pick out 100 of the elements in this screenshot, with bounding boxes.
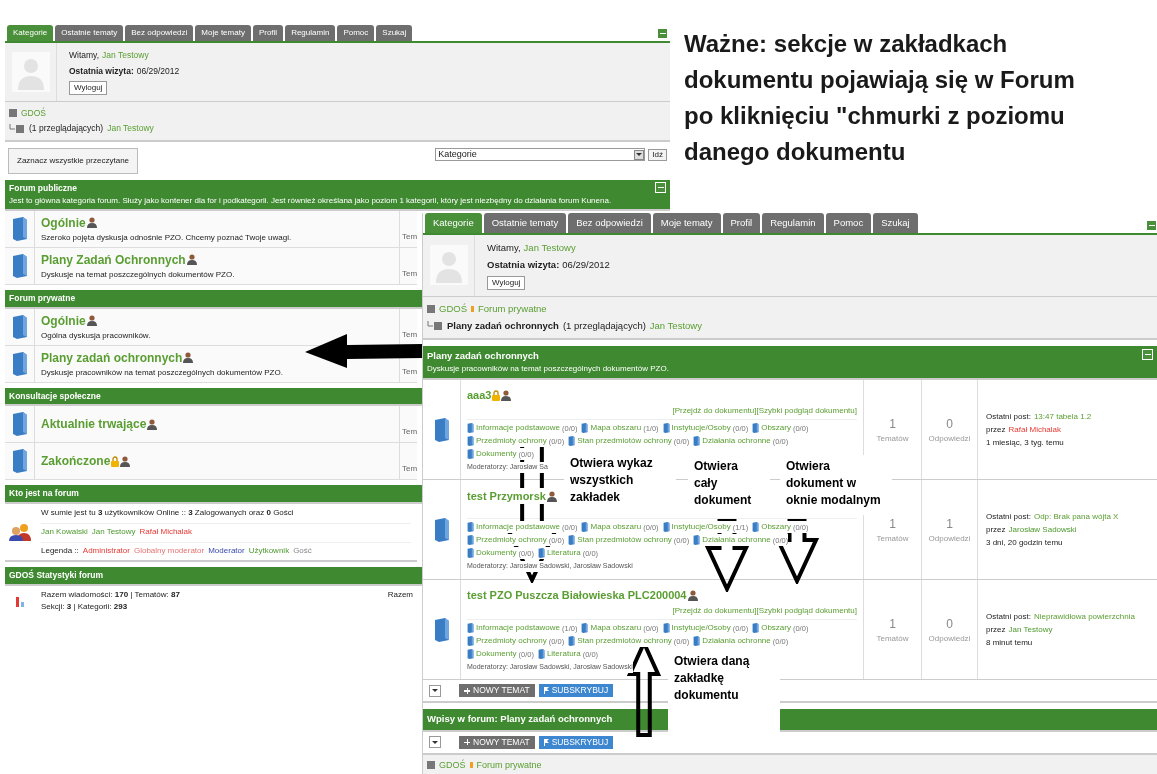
new-topic-button[interactable]: NOWY TEMAT [459, 684, 535, 698]
document-tab-link[interactable]: Informacje podstawowe [476, 622, 561, 635]
caret-icon [634, 149, 645, 160]
forum-title-link[interactable]: Ogólnie [41, 213, 86, 232]
breadcrumb-link[interactable]: GDOŚ [439, 758, 466, 772]
document-tab-link[interactable]: Literatura [546, 547, 581, 560]
user-link[interactable]: Jan Testowy [102, 49, 149, 62]
forum-title-link[interactable]: Aktualnie trwające [41, 415, 147, 434]
document-tab-link[interactable]: Dokumenty [476, 448, 517, 461]
section-title: Plany zadań ochronnych [427, 349, 540, 363]
document-icon [467, 649, 474, 660]
document-links[interactable]: [Przejdź do dokumentu][Szybki podgląd dokumentu] [672, 605, 857, 618]
go-button[interactable]: Idź [648, 148, 667, 161]
online-user-link[interactable]: Jan Testowy [91, 526, 136, 538]
subscribe-button[interactable]: SUBSKRYBUJ [538, 735, 614, 749]
tab[interactable]: Szukaj [376, 25, 413, 41]
document-tab-link[interactable]: Stan przedmiotów ochrony [577, 435, 672, 448]
collapse-icon[interactable] [1142, 349, 1153, 360]
document-tab-link[interactable]: Mapa obszaru [590, 521, 642, 534]
document-tab-link[interactable]: Przedmioty ochrony [476, 435, 547, 448]
document-tab-link[interactable]: Działania ochronne [702, 435, 771, 448]
document-tab-link[interactable]: Instytucje/Osoby [671, 622, 731, 635]
document-tab-link[interactable]: Stan przedmiotów ochrony [577, 635, 672, 648]
tab[interactable]: Regulamin [285, 25, 336, 41]
document-tab-link[interactable]: Obszary [761, 422, 791, 435]
tab[interactable]: Ostatnie tematy [55, 25, 124, 41]
tab[interactable]: Bez odpowiedzi [125, 25, 194, 41]
post-time: 3 dni, 20 godzin temu [986, 536, 1064, 549]
last-post-link[interactable]: Nieprawidłowa powierzchnia [1033, 610, 1135, 623]
online-user-link[interactable]: Rafał Michalak [139, 526, 193, 538]
subscribe-button[interactable]: SUBSKRYBUJ [538, 684, 614, 698]
new-topic-button[interactable]: NOWY TEMAT [459, 735, 535, 749]
online-user-link[interactable]: Jan Kowalski [41, 526, 88, 538]
breadcrumb-link[interactable]: Forum prywatne [476, 758, 542, 772]
document-tab-link[interactable]: Informacje podstawowe [476, 521, 561, 534]
collapse-icon[interactable] [1146, 220, 1157, 231]
logout-button[interactable]: Wyloguj [69, 80, 108, 95]
author-link[interactable]: Rafał Michalak [1008, 423, 1062, 436]
user-link[interactable]: Jan Testowy [649, 318, 702, 333]
collapse-icon[interactable] [655, 182, 666, 193]
user-link[interactable]: Jan Testowy [107, 122, 154, 135]
document-tab-link[interactable]: Działania ochronne [702, 635, 771, 648]
replies-label: Odpowiedzi [928, 532, 971, 545]
tab[interactable]: Pomoc [825, 213, 872, 233]
document-tab-link[interactable]: Dokumenty [476, 648, 517, 661]
tab[interactable]: Szukaj [873, 213, 918, 233]
stats-line: Razem wiadomości: 170 | Tematów: 87 [41, 588, 181, 601]
document-tab-link[interactable]: Literatura [546, 648, 581, 661]
greeting-text: Witamy, [69, 49, 100, 62]
replies-label: Odpowiedzi [928, 432, 971, 445]
forum-title-link[interactable]: Plany zadań ochronnych [41, 348, 183, 367]
forum-title-link[interactable]: Ogólnie [41, 311, 86, 330]
dropdown-toggle[interactable] [429, 684, 441, 697]
breadcrumb-link[interactable]: Forum prywatne [478, 301, 547, 316]
tab[interactable]: Pomoc [337, 25, 375, 41]
document-tab-link[interactable]: Mapa obszaru [590, 622, 642, 635]
tab[interactable]: Profil [252, 25, 284, 41]
forum-description: Dyskusje pracowników na temat poszczególnych dokumentów PZO. [41, 366, 284, 379]
section-title: Forum publiczne [9, 182, 78, 195]
dropdown-toggle[interactable] [429, 736, 441, 748]
tab[interactable]: Kategorie [7, 25, 54, 41]
breadcrumb-link[interactable]: GDOŚ [439, 301, 467, 316]
person-icon [501, 389, 512, 401]
forum-title-link[interactable]: Plany Zadań Ochronnych [41, 250, 186, 269]
document-tab-link[interactable]: Działania ochronne [702, 534, 771, 547]
document-tab-link[interactable]: Przedmioty ochrony [476, 635, 547, 648]
forum-title-link[interactable]: Zakończone [41, 452, 111, 471]
last-post-link[interactable]: 13:47 tabela 1.2 [1033, 410, 1092, 423]
document-links[interactable]: [Przejdź do dokumentu][Szybki podgląd dokumentu] [672, 405, 857, 418]
breadcrumb-link[interactable]: GDOŚ [21, 106, 47, 120]
document-tab-link[interactable]: Dokumenty [476, 547, 517, 560]
person-icon [186, 254, 197, 266]
tab[interactable]: Regulamin [762, 213, 824, 233]
topics-count: 1 [889, 615, 896, 633]
logout-button[interactable]: Wyloguj [487, 275, 526, 290]
author-link[interactable]: Jan Testowy [1008, 623, 1053, 636]
person-icon [86, 217, 97, 229]
tab[interactable]: Moje tematy [652, 213, 721, 233]
last-post-link[interactable]: Odp: Brak pana wójta X [1033, 510, 1119, 523]
tab[interactable]: Bez odpowiedzi [568, 213, 651, 233]
tab[interactable]: Moje tematy [195, 25, 251, 41]
category-select[interactable]: Kategorie [435, 148, 646, 161]
document-tab-link[interactable]: Obszary [761, 622, 791, 635]
tab[interactable]: Profil [722, 213, 761, 233]
document-tab-link[interactable]: Instytucje/Osoby [671, 521, 731, 534]
collapse-icon[interactable] [657, 28, 668, 39]
section-description: Dyskusje pracowników na temat poszczególnych dokumentów PZO. [427, 363, 669, 376]
document-icon [752, 522, 760, 533]
tab[interactable]: Kategorie [425, 213, 482, 233]
author-link[interactable]: Jarosław Sadowski [1008, 523, 1077, 536]
user-link[interactable]: Jan Testowy [523, 241, 576, 256]
tab[interactable]: Ostatnie tematy [483, 213, 567, 233]
document-tab-link[interactable]: Instytucje/Osoby [671, 422, 731, 435]
document-title-link[interactable]: test Przymorsk [467, 487, 546, 505]
document-tab-link[interactable]: Przedmioty ochrony [476, 534, 547, 547]
document-tab-link[interactable]: Informacje podstawowe [476, 422, 561, 435]
document-tab-link[interactable]: Mapa obszaru [590, 422, 642, 435]
document-tab-link[interactable]: Stan przedmiotów ochrony [577, 534, 672, 547]
document-tab-link[interactable]: Obszary [761, 521, 791, 534]
mark-read-button[interactable]: Zaznacz wszystkie przeczytane [8, 148, 139, 174]
